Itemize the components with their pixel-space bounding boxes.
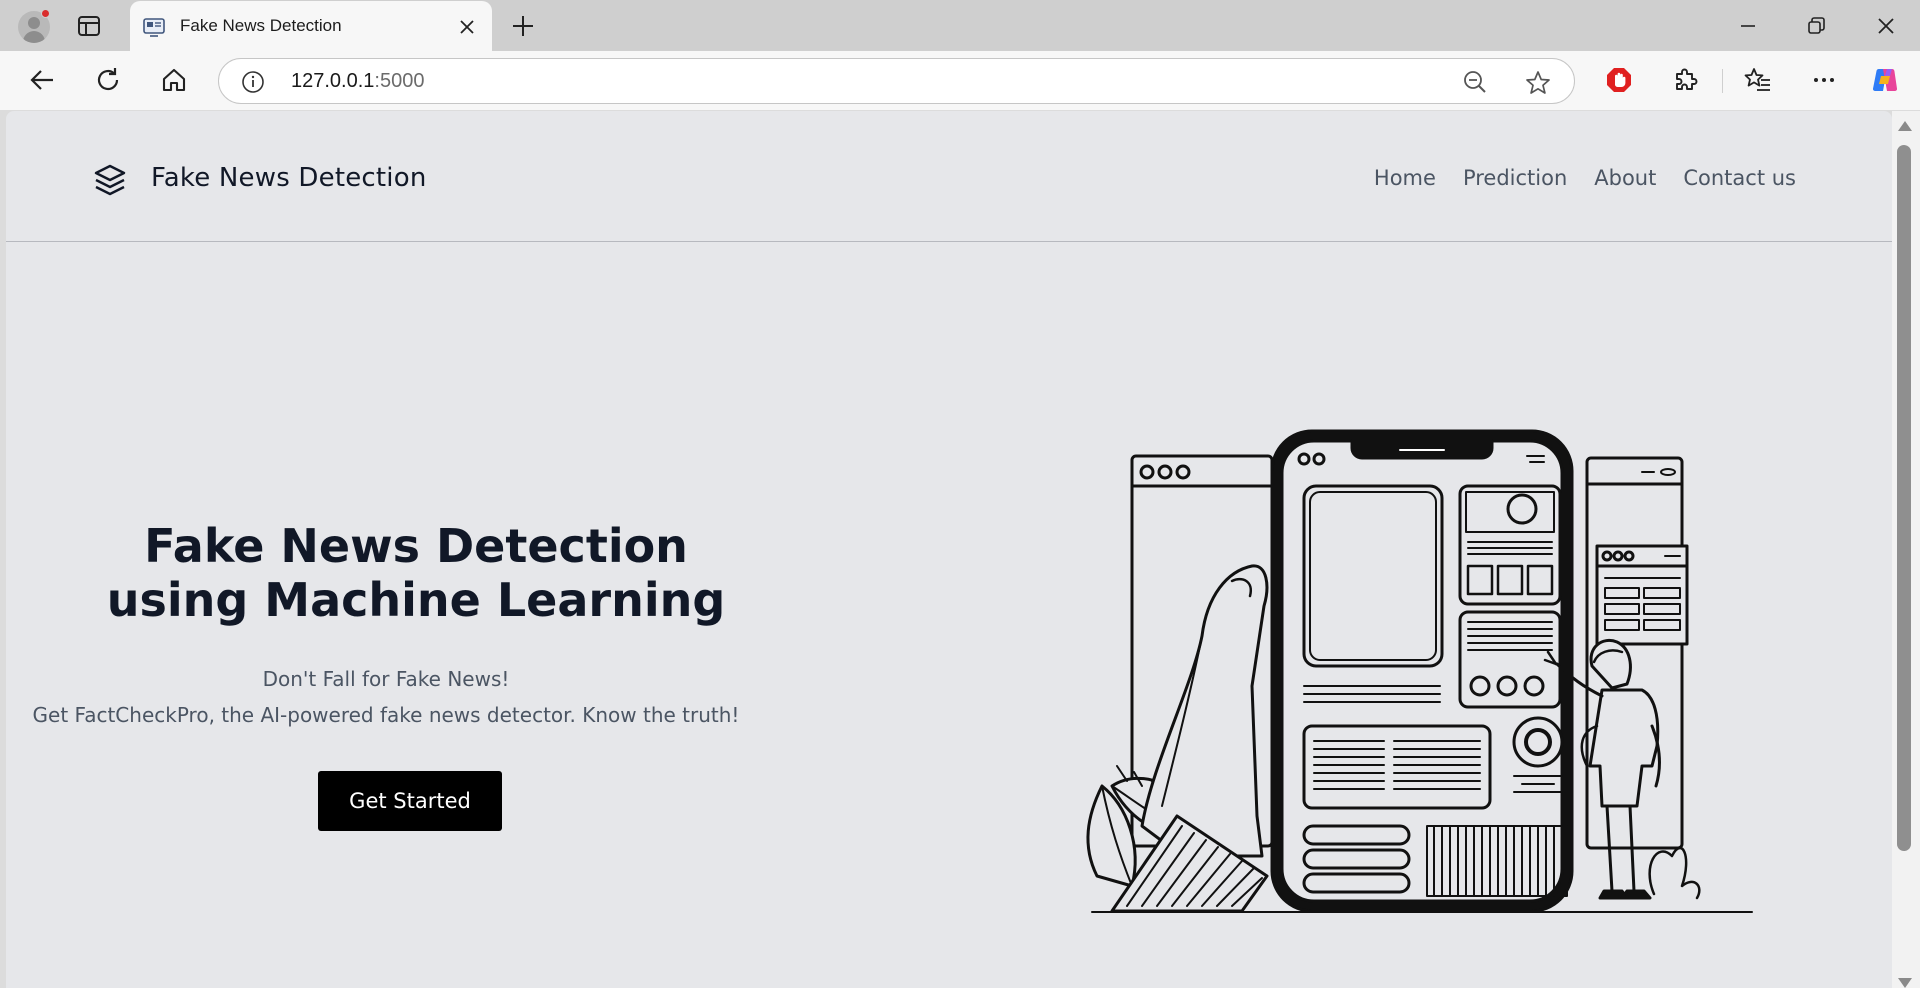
scroll-up-arrow-icon[interactable] [1898,121,1912,131]
toolbar-separator [1722,69,1723,93]
nav-prediction[interactable]: Prediction [1463,166,1567,190]
copilot-icon[interactable] [1870,65,1900,95]
active-tab[interactable]: Fake News Detection [130,1,492,51]
restore-icon[interactable] [1802,12,1830,40]
tab-close-icon[interactable] [456,16,478,38]
favorite-star-icon[interactable] [1524,69,1552,97]
hero-title-line2: using Machine Learning [106,573,726,627]
new-tab-icon[interactable] [508,11,538,41]
site-header: Fake News Detection Home Prediction Abou… [6,111,1892,242]
url-port: :5000 [374,70,425,92]
hero-subtitle: Don't Fall for Fake News! Get FactCheckP… [6,661,766,733]
main-nav: Home Prediction About Contact us [1374,166,1796,190]
hero-title: Fake News Detection using Machine Learni… [66,519,766,627]
scrollbar-thumb[interactable] [1897,145,1911,851]
url-host: 127.0.0.1 [291,70,375,92]
tab-title: Fake News Detection [180,16,342,35]
tab-favicon-icon [143,18,165,37]
address-url[interactable]: 127.0.0.1:5000 [291,70,424,93]
extensions-icon[interactable] [1670,65,1700,95]
nav-contact-us[interactable]: Contact us [1683,166,1796,190]
nav-home[interactable]: Home [1374,166,1436,190]
minimize-icon[interactable] [1734,12,1762,40]
window-close-icon[interactable] [1872,12,1900,40]
zoom-out-icon[interactable] [1462,69,1488,95]
notification-dot [41,9,50,18]
hero-title-line1: Fake News Detection [144,519,688,573]
browser-toolbar: 127.0.0.1:5000 [0,51,1920,110]
favorites-icon[interactable] [1743,65,1773,95]
refresh-icon[interactable] [93,65,123,95]
hero-subtitle-line2: Get FactCheckPro, the AI-powered fake ne… [32,703,740,727]
adblock-icon[interactable] [1604,65,1634,95]
site-info-icon[interactable] [241,70,265,94]
address-bar[interactable]: 127.0.0.1:5000 [218,58,1575,104]
page-viewport: Fake News Detection Home Prediction Abou… [6,111,1892,988]
layers-icon[interactable] [92,162,128,198]
nav-about[interactable]: About [1594,166,1656,190]
hero-illustration [1086,429,1753,913]
home-icon[interactable] [159,65,189,95]
phone-illustration [1270,429,1574,913]
tab-actions-icon[interactable] [76,13,102,39]
scroll-down-arrow-icon[interactable] [1898,978,1912,988]
hero-subtitle-line1: Don't Fall for Fake News! [262,667,510,691]
brand-name[interactable]: Fake News Detection [151,163,427,193]
get-started-button[interactable]: Get Started [318,771,502,831]
more-icon[interactable] [1809,65,1839,95]
back-icon[interactable] [27,65,57,95]
browser-tab-strip: Fake News Detection [0,0,1920,51]
